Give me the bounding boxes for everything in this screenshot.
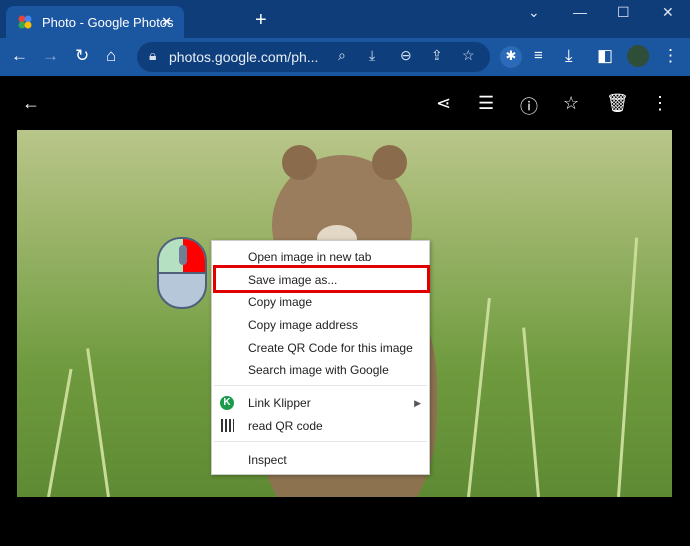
- menu-separator: [214, 441, 427, 442]
- menu-item-search-image-google[interactable]: Search image with Google: [212, 359, 429, 381]
- install-icon[interactable]: ⤓: [369, 47, 375, 64]
- reload-icon[interactable]: ↻: [75, 46, 89, 66]
- bookmark-star-icon[interactable]: ☆: [462, 47, 475, 64]
- favorite-star-icon[interactable]: ☆: [563, 93, 579, 114]
- avatar[interactable]: [627, 45, 649, 67]
- menu-item-label: read QR code: [248, 419, 323, 433]
- qr-code-icon: [221, 419, 234, 432]
- grass: [86, 348, 110, 497]
- menu-item-link-klipper[interactable]: K Link Klipper ▶: [212, 392, 429, 414]
- new-tab-button[interactable]: +: [255, 9, 267, 32]
- bear-ear: [282, 145, 317, 180]
- extensions-icon[interactable]: ✱: [500, 46, 522, 68]
- grass: [522, 327, 540, 497]
- address-bar[interactable]: 🔒︎ photos.google.com/ph... ⌕ ⤓ ⊖ ⇪ ☆: [137, 42, 490, 72]
- tab-google-photos[interactable]: Photo - Google Photos ✕: [6, 6, 184, 38]
- bear-ear: [372, 145, 407, 180]
- media-icon[interactable]: ≡: [534, 46, 543, 66]
- share-icon[interactable]: ⇪: [431, 47, 443, 64]
- tab-title: Photo - Google Photos: [42, 14, 174, 30]
- tab-search-icon[interactable]: ⌄: [528, 4, 540, 21]
- highlight-box: [213, 265, 430, 293]
- menu-item-read-qr-code[interactable]: read QR code: [212, 415, 429, 437]
- downloads-icon[interactable]: ⤓: [565, 46, 573, 66]
- title-bar: Photo - Google Photos ✕ + ⌄ — ☐ ✕: [0, 0, 690, 38]
- url-text: photos.google.com/ph...: [169, 49, 319, 65]
- forward-icon[interactable]: →: [42, 46, 59, 66]
- home-icon[interactable]: ⌂: [106, 46, 116, 66]
- menu-item-create-qr-code[interactable]: Create QR Code for this image: [212, 337, 429, 359]
- back-arrow-icon[interactable]: ←: [22, 93, 40, 114]
- close-tab-icon[interactable]: ✕: [161, 14, 172, 30]
- menu-icon[interactable]: ⋮: [662, 46, 679, 66]
- submenu-arrow-icon: ▶: [414, 398, 421, 408]
- delete-icon[interactable]: 🗑︎: [606, 93, 629, 114]
- right-click-mouse-icon: [157, 237, 207, 309]
- grass: [467, 297, 491, 497]
- side-panel-icon[interactable]: ◧: [597, 46, 613, 66]
- edit-adjust-icon[interactable]: ☰: [478, 93, 494, 114]
- info-icon[interactable]: ⓘ: [520, 93, 538, 119]
- link-klipper-icon: K: [220, 396, 234, 410]
- grass: [47, 368, 73, 497]
- menu-item-label: Link Klipper: [248, 396, 311, 410]
- menu-item-inspect[interactable]: Inspect: [212, 449, 429, 471]
- more-options-icon[interactable]: ⋮: [651, 93, 669, 114]
- menu-item-copy-image-address[interactable]: Copy image address: [212, 314, 429, 336]
- maximize-button[interactable]: ☐: [617, 4, 630, 21]
- minimize-button[interactable]: —: [573, 4, 587, 20]
- lock-icon: 🔒︎: [149, 47, 157, 63]
- menu-item-copy-image[interactable]: Copy image: [212, 291, 429, 313]
- search-icon[interactable]: ⌕: [338, 47, 346, 64]
- google-photos-icon: [18, 15, 32, 29]
- share-icon[interactable]: ⋖: [436, 93, 451, 114]
- menu-separator: [214, 385, 427, 386]
- back-icon[interactable]: ←: [11, 46, 28, 66]
- zoom-icon[interactable]: ⊖: [400, 47, 412, 64]
- grass: [617, 237, 639, 497]
- browser-toolbar: ← → ↻ ⌂ 🔒︎ photos.google.com/ph... ⌕ ⤓ ⊖…: [0, 38, 690, 76]
- close-window-button[interactable]: ✕: [662, 4, 674, 21]
